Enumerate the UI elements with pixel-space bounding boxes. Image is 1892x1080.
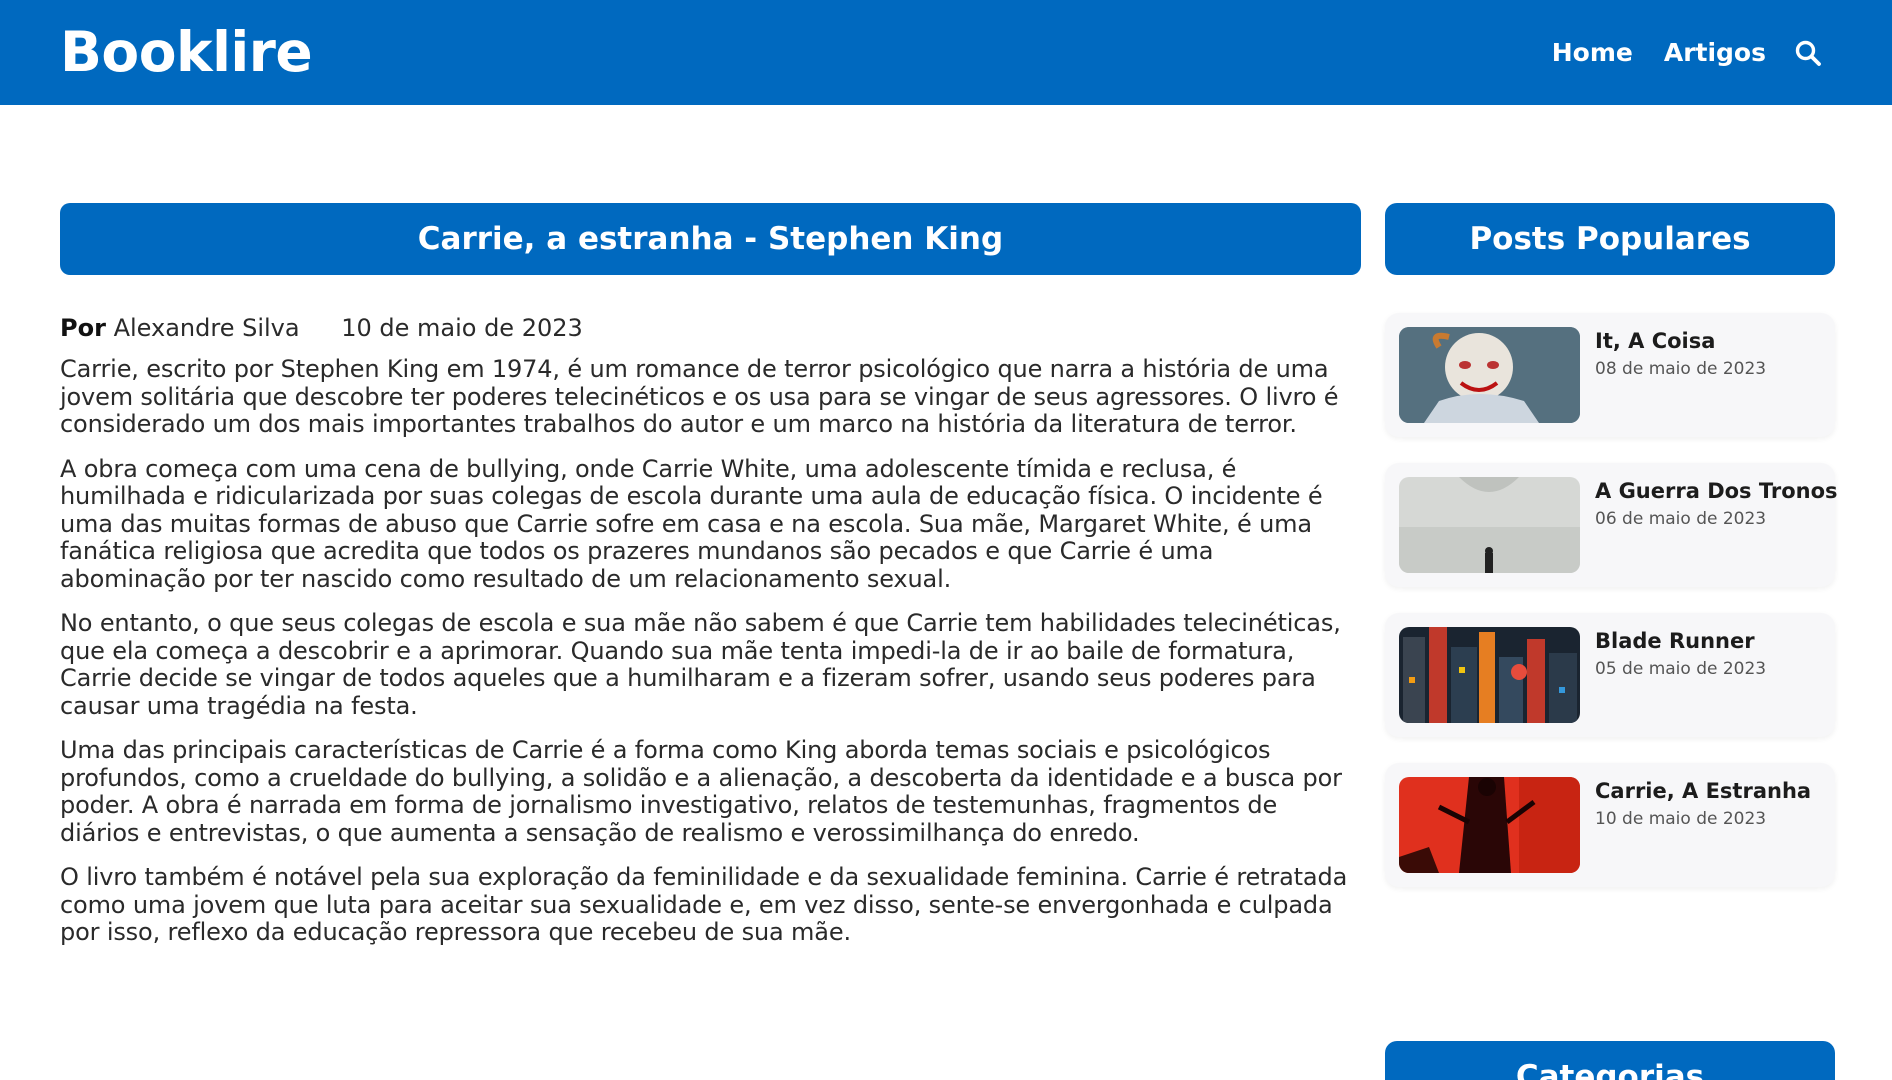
article-paragraph: O livro também é notável pela sua explor…: [60, 863, 1348, 946]
post-date: 10 de maio de 2023: [1595, 809, 1767, 829]
article-body: Carrie, escrito por Stephen King em 1974…: [60, 355, 1361, 947]
article-paragraph: Carrie, escrito por Stephen King em 1974…: [60, 355, 1339, 438]
author-name: Alexandre Silva: [113, 314, 300, 342]
post-title[interactable]: Carrie, A Estranha: [1595, 776, 1825, 806]
popular-posts-title: Posts Populares: [1385, 203, 1835, 275]
post-date: 06 de maio de 2023: [1595, 509, 1767, 529]
post-thumbnail[interactable]: [1399, 777, 1580, 873]
post-date: 08 de maio de 2023: [1595, 359, 1767, 379]
post-title[interactable]: Blade Runner: [1595, 626, 1825, 656]
article-paragraph: No entanto, o que seus colegas de escola…: [60, 609, 1341, 720]
popular-post-card[interactable]: Blade Runner 05 de maio de 2023: [1385, 613, 1835, 737]
post-title[interactable]: It, A Coisa: [1595, 326, 1825, 356]
post-thumbnail[interactable]: [1399, 327, 1580, 423]
post-date: 05 de maio de 2023: [1595, 659, 1767, 679]
nav-home-link[interactable]: Home: [1552, 33, 1633, 73]
author-label: Por: [60, 314, 106, 342]
post-thumbnail[interactable]: [1399, 627, 1580, 723]
article-title: Carrie, a estranha - Stephen King: [60, 203, 1361, 275]
site-logo[interactable]: Booklire: [60, 17, 313, 87]
post-title[interactable]: A Guerra Dos Tronos: [1595, 476, 1838, 506]
article-paragraph: A obra começa com uma cena de bullying, …: [60, 454, 1323, 593]
popular-post-card[interactable]: Carrie, A Estranha 10 de maio de 2023: [1385, 763, 1835, 887]
popular-post-card[interactable]: It, A Coisa 08 de maio de 2023: [1385, 313, 1835, 437]
search-icon[interactable]: [1794, 39, 1822, 67]
popular-post-card[interactable]: A Guerra Dos Tronos 06 de maio de 2023: [1385, 463, 1838, 587]
post-thumbnail[interactable]: [1399, 477, 1580, 573]
categories-title: Categorias: [1385, 1041, 1835, 1080]
popular-posts-sidebar: Posts Populares It, A Coisa 08 de maio d…: [1385, 203, 1838, 887]
article-date: 10 de maio de 2023: [341, 314, 583, 342]
top-navbar: Booklire Home Artigos: [0, 0, 1892, 105]
article-section: Carrie, a estranha - Stephen King Por Al…: [60, 203, 1361, 947]
nav-articles-link[interactable]: Artigos: [1664, 33, 1766, 73]
main-nav: Home Artigos: [1521, 33, 1822, 73]
article-meta: Por Alexandre Silva 10 de maio de 2023: [60, 311, 1361, 345]
article-paragraph: Uma das principais características de Ca…: [60, 736, 1342, 847]
